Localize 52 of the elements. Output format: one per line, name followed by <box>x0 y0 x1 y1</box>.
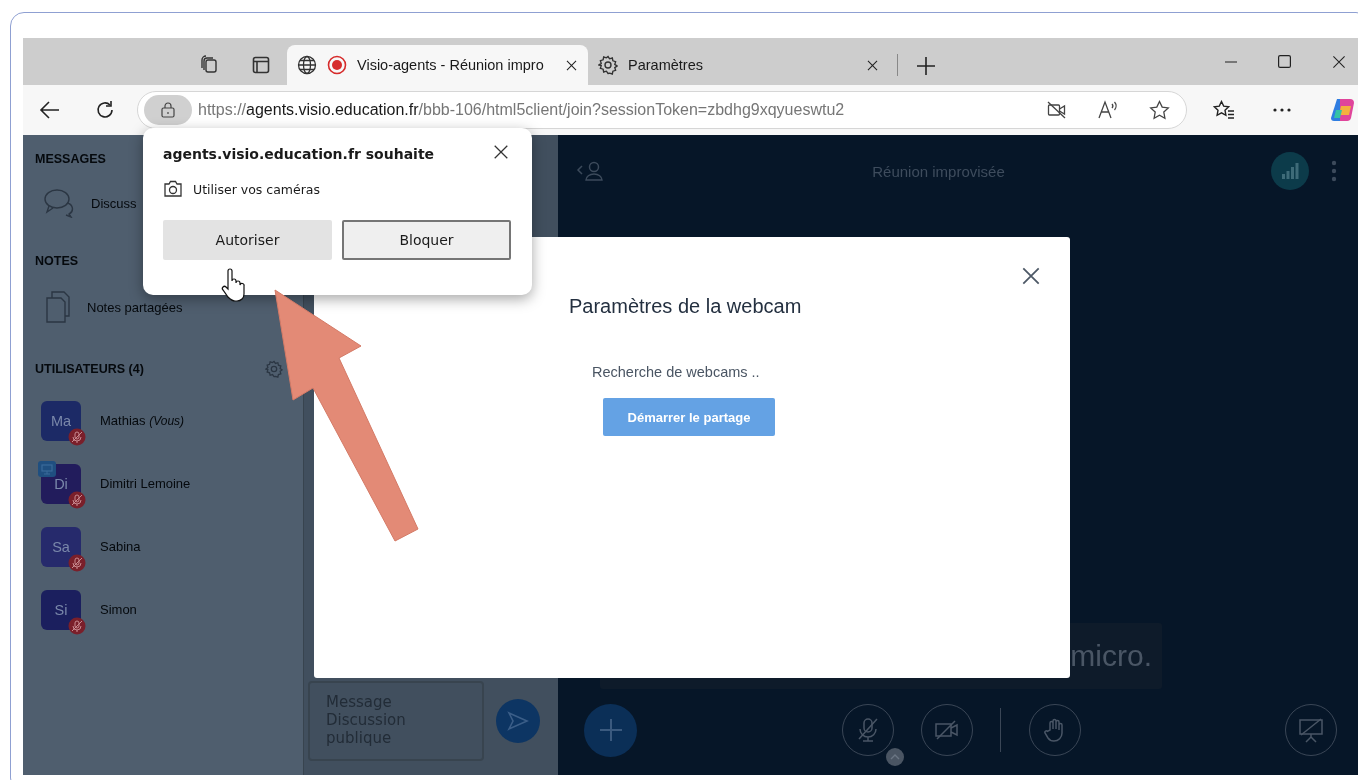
browser-tab[interactable]: Paramètres <box>588 45 889 85</box>
close-tab-icon[interactable] <box>866 58 879 72</box>
user-name[interactable]: Mathias (Vous) <box>100 413 185 428</box>
favorites-icon[interactable] <box>1213 100 1235 120</box>
block-button[interactable]: Bloquer <box>342 220 511 260</box>
hand-icon <box>1043 718 1066 742</box>
user-name[interactable]: Dimitri Lemoine <box>100 476 191 491</box>
modal-title: Paramètres de la webcam <box>569 295 802 318</box>
maximize-icon[interactable] <box>1278 55 1291 68</box>
user-name[interactable]: Simon <box>100 602 137 617</box>
copilot-icon[interactable] <box>1329 96 1357 124</box>
camera-off-icon[interactable] <box>1047 101 1067 119</box>
start-sharing-button[interactable]: Démarrer le partage <box>603 398 775 436</box>
settings-icon[interactable] <box>598 55 618 75</box>
allow-button[interactable]: Autoriser <box>163 220 332 260</box>
address-bar[interactable]: https://agents.visio.education.fr/bbb-106/html5client/join?sessionToken=zbdhg9xqyueswtu2 <box>137 91 1187 129</box>
popup-title: agents.visio.education.fr souhaite <box>163 146 435 162</box>
read-aloud-icon[interactable] <box>1097 100 1119 120</box>
section-heading: MESSAGES <box>35 152 106 166</box>
close-icon[interactable] <box>1331 53 1347 70</box>
close-icon[interactable] <box>1020 265 1042 287</box>
send-icon <box>507 711 529 731</box>
tabs-stack-icon[interactable] <box>199 55 219 75</box>
section-heading: UTILISATEURS (4) <box>35 362 144 376</box>
status-text: Recherche de webcams .. <box>592 364 760 380</box>
reload-icon[interactable] <box>95 100 115 120</box>
browser-tab[interactable]: Visio-agents - Réunion impro <box>287 45 588 85</box>
caption-text: micro. <box>1070 639 1152 673</box>
star-icon[interactable] <box>1149 100 1170 120</box>
more-icon[interactable] <box>1273 108 1291 112</box>
user-name[interactable]: Sabina <box>100 539 141 554</box>
new-tab-icon[interactable] <box>916 56 936 76</box>
plus-icon <box>598 718 623 742</box>
permission-text: Utiliser vos caméras <box>193 181 321 197</box>
close-tab-icon[interactable] <box>565 58 578 72</box>
camera-icon <box>163 180 183 198</box>
globe-icon <box>297 55 317 75</box>
back-icon[interactable] <box>39 99 61 121</box>
connection-status-button[interactable] <box>1271 152 1309 190</box>
mic-off-icon <box>856 717 879 743</box>
meeting-title: Réunion improvisée <box>871 162 1006 180</box>
close-icon[interactable] <box>492 143 510 161</box>
notes-item[interactable]: Notes partagées <box>87 299 183 315</box>
section-heading: NOTES <box>35 254 79 268</box>
sidebar-toggle-icon[interactable] <box>252 56 270 74</box>
signal-bars-icon <box>1281 163 1299 179</box>
chat-item[interactable]: Discuss <box>91 195 137 211</box>
actions-button[interactable] <box>584 703 637 757</box>
caret-icon[interactable] <box>885 748 904 766</box>
camera-off-icon <box>933 720 960 740</box>
presentation-off-icon <box>1297 717 1325 743</box>
lock-icon[interactable] <box>161 102 175 118</box>
